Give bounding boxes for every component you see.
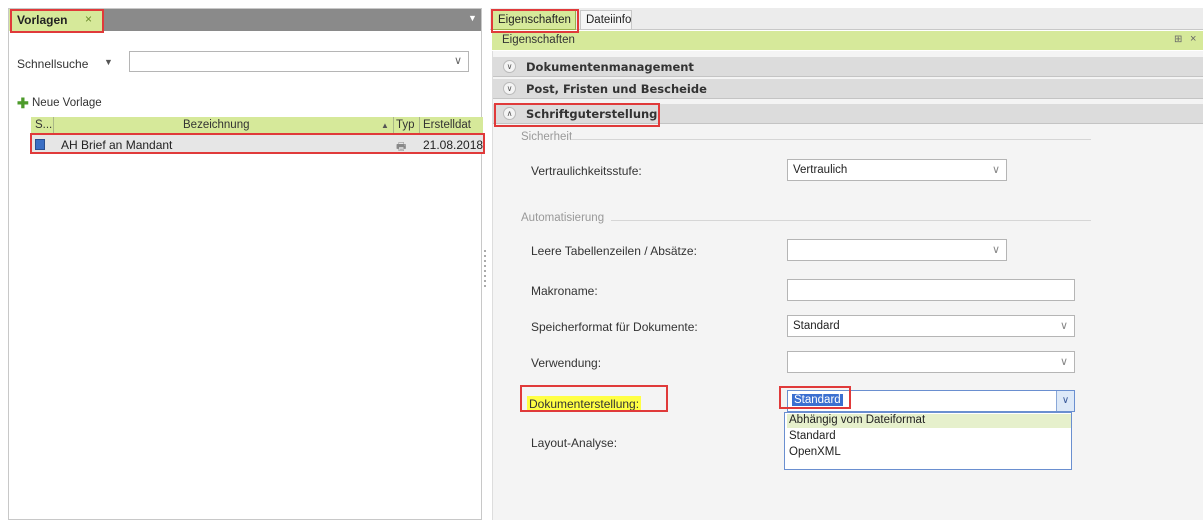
chevron-down-icon[interactable]: ∨ [503, 82, 516, 95]
tab-eigenschaften[interactable]: Eigenschaften [492, 10, 576, 30]
chevron-down-icon[interactable]: ▼ [468, 13, 477, 23]
category-schriftguterstellung[interactable]: ∧ Schriftguterstellung [493, 104, 1203, 124]
speicherformat-value: Standard [793, 320, 840, 332]
table-row[interactable]: AH Brief an Mandant 🖶 21.08.2018 [31, 135, 483, 154]
tab-dateiinfo[interactable]: Dateiinfo [580, 10, 632, 30]
schnellsuche-label[interactable]: Schnellsuche [17, 57, 88, 71]
group-divider [571, 139, 1091, 140]
chevron-down-icon[interactable]: ∨ [1060, 319, 1068, 332]
category-label: Post, Fristen und Bescheide [526, 82, 707, 96]
category-label: Dokumentenmanagement [526, 60, 694, 74]
makroname-input[interactable] [787, 279, 1075, 301]
chevron-down-icon[interactable]: ∨ [1056, 391, 1074, 411]
pin-icon[interactable]: ⊞ [1174, 34, 1182, 45]
speicherformat-select[interactable]: Standard ∨ [787, 315, 1075, 337]
chevron-up-icon[interactable]: ∧ [503, 107, 516, 120]
layout-analyse-label: Layout-Analyse: [531, 436, 618, 450]
plus-icon[interactable]: ✚ [17, 95, 29, 112]
dokumenterstellung-select[interactable]: Standard ∨ [787, 390, 1075, 412]
column-header-erstelldat[interactable]: Erstelldat [423, 119, 471, 131]
templates-panel-header: Vorlagen × ▼ [9, 9, 481, 31]
properties-titlebar: Eigenschaften ⊞ × [492, 31, 1203, 50]
verwendung-select[interactable]: ∨ [787, 351, 1075, 373]
schnellsuche-dropdown-icon[interactable]: ▼ [104, 57, 113, 67]
chevron-down-icon[interactable]: ∨ [1060, 355, 1068, 368]
vertraulichkeit-label: Vertraulichkeitsstufe: [531, 164, 642, 178]
close-icon[interactable]: × [85, 12, 92, 26]
column-header-bezeichnung[interactable]: Bezeichnung [183, 119, 250, 131]
printer-icon: 🖶 [396, 141, 407, 153]
category-dokumentenmanagement[interactable]: ∨ Dokumentenmanagement [493, 57, 1203, 77]
row-erstelldatum: 21.08.2018 [423, 138, 484, 152]
chevron-down-icon[interactable]: ∨ [992, 163, 1000, 176]
close-icon[interactable]: × [1190, 33, 1196, 45]
group-sicherheit: Sicherheit [521, 131, 573, 143]
leere-zeilen-select[interactable]: ∨ [787, 239, 1007, 261]
tab-eigenschaften-label: Eigenschaften [498, 14, 571, 26]
dokumenterstellung-value: Standard [792, 394, 843, 406]
leere-zeilen-label: Leere Tabellenzeilen / Absätze: [531, 244, 697, 258]
dokumenterstellung-label: Dokumenterstellung: [527, 396, 642, 412]
dokumenterstellung-options: Abhängig vom Dateiformat Standard OpenXM… [784, 412, 1072, 470]
grid-header: S... Bezeichnung ▲ Typ Erstelldat [31, 117, 483, 134]
tab-vorlagen[interactable]: Vorlagen × [9, 9, 103, 31]
column-header-status[interactable]: S... [35, 119, 52, 131]
speicherformat-label: Speicherformat für Dokumente: [531, 320, 698, 334]
panel-title: Eigenschaften [502, 34, 575, 46]
chevron-down-icon[interactable]: ∨ [992, 243, 1000, 256]
column-header-typ[interactable]: Typ [396, 119, 415, 131]
templates-panel: Vorlagen × ▼ Schnellsuche ▼ ∨ ✚ Neue Vor… [8, 8, 483, 520]
tab-vorlagen-label: Vorlagen [17, 13, 68, 27]
properties-tabbar: Eigenschaften Dateiinfo [490, 8, 1203, 30]
group-divider [611, 220, 1091, 221]
makroname-label: Makroname: [531, 284, 598, 298]
schnellsuche-input[interactable]: ∨ [129, 51, 469, 72]
tab-dateiinfo-label: Dateiinfo [586, 14, 632, 26]
group-automatisierung: Automatisierung [521, 212, 605, 224]
panel-splitter[interactable] [483, 250, 487, 290]
chevron-down-icon[interactable]: ∨ [454, 54, 462, 67]
category-label: Schriftguterstellung [526, 107, 658, 121]
chevron-down-icon[interactable]: ∨ [503, 60, 516, 73]
dropdown-option[interactable]: OpenXML [787, 446, 1071, 460]
dropdown-option[interactable]: Standard [787, 430, 1071, 444]
verwendung-label: Verwendung: [531, 356, 602, 370]
new-template-button[interactable]: Neue Vorlage [32, 97, 102, 109]
sort-ascending-icon: ▲ [381, 121, 389, 130]
document-icon [35, 139, 45, 150]
category-post-fristen[interactable]: ∨ Post, Fristen und Bescheide [493, 79, 1203, 99]
vertraulichkeit-select[interactable]: Vertraulich ∨ [787, 159, 1007, 181]
vertraulichkeit-value: Vertraulich [793, 164, 848, 176]
dropdown-option[interactable]: Abhängig vom Dateiformat [787, 414, 1071, 428]
row-bezeichnung: AH Brief an Mandant [61, 138, 173, 152]
